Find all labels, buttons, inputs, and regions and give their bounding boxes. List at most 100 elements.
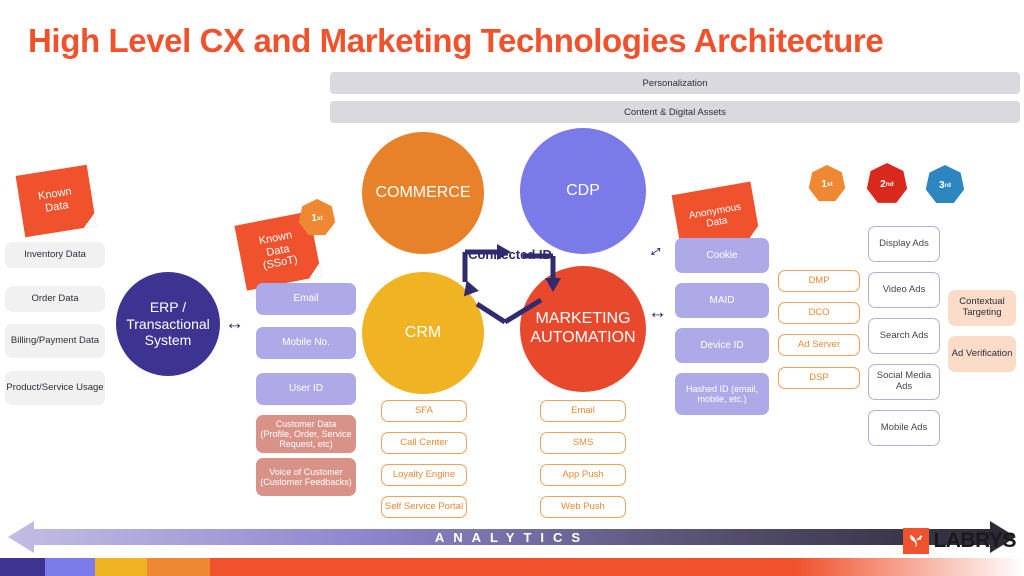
ad-format-display-ads: Display Ads [868,226,940,262]
box-label: Customer Data (Profile, Order, Service R… [260,418,352,450]
box-label: DSP [809,371,829,383]
circle-label: CRM [404,323,442,341]
box-label: Email [571,404,595,416]
labrys-logo: LABRYS [903,528,1016,554]
ad-format-social-media-ads: Social Media Ads [868,364,940,400]
strip-segment [95,558,147,576]
erp-transactional-system-circle: ERP / Transactional System [116,272,220,376]
marketing-channel-app-push: App Push [540,464,626,486]
arrow-cdp-to-anonymous-ids: ↔ [640,235,669,264]
box-label: Search Ads [879,329,929,341]
box-label: Self Service Portal [384,500,464,512]
box-label: DMP [808,274,830,286]
source-system-box: Inventory Data [5,242,105,268]
arrow-erp-to-identifiers: ↔ [225,313,244,334]
box-label: MAID [709,294,735,306]
crm-channel-loyalty-engine: Loyalty Engine [381,464,467,486]
strip-segment [45,558,95,576]
sticky-fold-icon [81,213,97,229]
ad-quality-ad-verification: Ad Verification [948,336,1016,372]
anonymous-identifier-hashed-id: Hashed ID (email, mobile, etc.) [675,373,769,415]
sticky-line: Data [705,215,729,230]
bottom-color-strip [0,558,1024,576]
banner-personalization: Personalization [330,72,1020,94]
box-label: Voice of Customer (Customer Feedbacks) [260,466,352,487]
box-label: Order Data [31,292,79,304]
box-label: Contextual Targeting [959,296,1005,318]
identifier-box-email: Email [256,283,356,315]
crm-channel-self-service-portal: Self Service Portal [381,496,467,518]
banner-content-digital-assets: Content & Digital Assets [330,101,1020,123]
box-label: Hashed ID (email, mobile, etc.) [685,383,759,404]
anonymous-identifier-device-id: Device ID [675,328,769,363]
identifier-box-mobile-no: Mobile No. [256,327,356,359]
party-badge-3rd: 3rd [925,165,965,203]
sticky-fold-icon [306,263,322,279]
source-system-box: Billing/Payment Data [5,324,105,358]
banner-label: Content & Digital Assets [624,106,726,118]
box-label: User ID [289,383,323,395]
strip-segment [147,558,210,576]
adtech-ad-server: Ad Server [778,334,860,356]
labrys-wordmark: LABRYS [933,529,1016,552]
page-title: High Level CX and Marketing Technologies… [28,22,884,59]
identifier-box-user-id: User ID [256,373,356,405]
sticky-line: Data [44,199,70,215]
sticky-note-known-data: Known Data [15,164,97,238]
banner-label: Personalization [642,77,708,89]
box-label: Cookie [706,249,738,261]
anonymous-identifier-maid: MAID [675,283,769,318]
box-label: Social Media Ads [876,370,932,392]
box-label: Ad Server [797,338,841,350]
ad-quality-contextual-targeting: Contextual Targeting [948,290,1016,326]
connected-id-label: Connected ID [468,247,552,262]
crm-channel-sfa: SFA [381,400,467,422]
circle-label: ERP / Transactional System [126,299,210,349]
crm-channel-call-center: Call Center [381,432,467,454]
box-label: Mobile Ads [880,421,928,433]
box-label: Product/Service Usage [6,381,104,393]
box-label: Mobile No. [282,337,330,349]
badge-suffix: st [316,214,323,222]
connected-id-cycle-icon [462,244,561,325]
box-label: Display Ads [879,237,929,249]
strip-segment [0,558,45,576]
circle-label: CDP [566,181,600,199]
labrys-mark-icon [903,528,930,554]
identifier-box-voice-of-customer: Voice of Customer (Customer Feedbacks) [256,458,356,496]
box-label: Loyalty Engine [392,468,456,480]
adtech-dmp: DMP [778,270,860,292]
strip-segment-gradient [210,558,1024,576]
analytics-arrow-bar [8,521,1016,553]
marketing-channel-email: Email [540,400,626,422]
identifier-box-customer-data: Customer Data (Profile, Order, Service R… [256,415,356,453]
source-system-box: Order Data [5,286,105,312]
box-label: SFA [415,404,433,416]
box-label: Inventory Data [24,248,86,260]
arrow-marketing-automation-to-anonymous-ids: ↔ [648,302,667,323]
box-label: Device ID [700,339,744,351]
ad-format-mobile-ads: Mobile Ads [868,410,940,446]
box-label: SMS [572,436,594,448]
diagram-canvas: High Level CX and Marketing Technologies… [0,0,1024,576]
box-label: Video Ads [882,283,926,295]
party-badge-1st-adtech: 1st [808,165,846,202]
box-label: Ad Verification [951,347,1013,359]
badge-suffix: st [826,180,833,188]
badge-suffix: rd [944,181,952,189]
party-badge-2nd: 2nd [866,163,908,203]
adtech-dsp: DSP [778,367,860,389]
box-label: App Push [562,468,604,480]
circle-label: COMMERCE [375,183,471,201]
marketing-channel-web-push: Web Push [540,496,626,518]
box-label: Billing/Payment Data [10,334,100,346]
badge-suffix: nd [885,180,894,188]
axe-icon [910,535,923,547]
box-label: Web Push [561,500,605,512]
box-label: DCO [808,306,830,318]
ad-format-search-ads: Search Ads [868,318,940,354]
anonymous-identifier-cookie: Cookie [675,238,769,273]
source-system-box: Product/Service Usage [5,371,105,405]
box-label: Call Center [400,436,448,448]
marketing-channel-sms: SMS [540,432,626,454]
